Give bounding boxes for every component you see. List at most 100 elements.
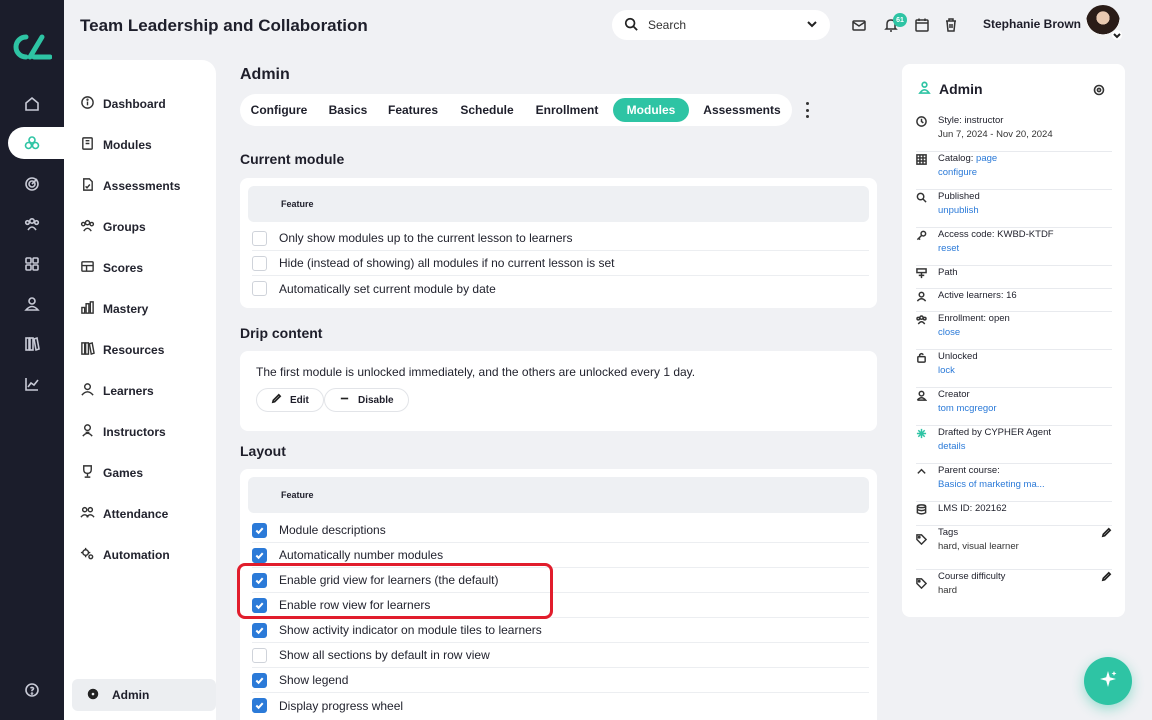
path-icon [916,268,928,280]
panel-row-tags: Tags hard, visual learner [916,526,1112,570]
row-label: Access code: KWBD-KTDF [938,229,1054,240]
panel-row-creator: Creator tom mcgregor [916,388,1112,426]
table-row[interactable]: Display progress wheel [252,693,869,718]
user-name[interactable]: Stephanie Brown [983,17,1081,31]
library-icon[interactable] [20,332,44,356]
disable-button[interactable]: Disable [324,388,409,412]
subnav-item-learners[interactable]: Learners [80,380,154,402]
catalog-page-link[interactable]: page [976,153,997,164]
checkbox[interactable] [252,281,267,296]
table-row[interactable]: Enable row view for learners [252,593,869,618]
row-label: Enable row view for learners [279,598,431,612]
table-header: Feature [248,477,869,513]
subnav-item-admin[interactable]: Admin [72,679,216,711]
table-row[interactable]: Hide (instead of showing) all modules if… [252,251,869,276]
checkbox[interactable] [252,647,267,663]
section-heading-current-module: Current module [240,151,345,167]
groups-icon[interactable] [20,212,44,236]
pencil-icon[interactable] [1101,571,1112,587]
tab-configure[interactable]: Configure [240,98,318,122]
row-label: Unlocked [938,351,978,362]
home-icon[interactable] [20,92,44,116]
panel-row-unlocked: Unlocked lock [916,350,1112,388]
calendar-icon[interactable] [914,17,930,33]
target-icon[interactable] [20,172,44,196]
pencil-icon[interactable] [1101,527,1112,543]
person-icon[interactable] [20,292,44,316]
subnav-item-mastery[interactable]: Mastery [80,298,148,320]
table-header: Feature [248,186,869,222]
brand-logo[interactable] [12,33,53,61]
table-row[interactable]: Automatically set current module by date [252,276,869,301]
tab-enrollment[interactable]: Enrollment [526,98,608,122]
tab-modules[interactable]: Modules [613,98,689,122]
creator-icon [916,390,928,402]
subnav-item-scores[interactable]: Scores [80,257,143,279]
close-enrollment-link[interactable]: close [938,326,1112,340]
subnav-item-modules[interactable]: Modules [80,134,152,156]
details-link[interactable]: details [938,440,1112,454]
tab-assessments[interactable]: Assessments [695,98,789,122]
checkbox-checked[interactable] [252,672,267,688]
table-row[interactable]: Module descriptions [252,518,869,543]
key-icon [916,230,928,242]
subnav-item-attendance[interactable]: Attendance [80,503,168,525]
panel-row-course-difficulty: Course difficulty hard [916,570,1112,610]
ai-assistant-button[interactable] [1084,657,1132,705]
tab-features[interactable]: Features [378,98,448,122]
help-icon[interactable] [20,678,44,702]
table-row[interactable]: Enable grid view for learners (the defau… [252,568,869,593]
tab-schedule[interactable]: Schedule [448,98,526,122]
row-sub: hard, visual learner [938,541,1019,552]
grid-icon[interactable] [20,252,44,276]
reset-link[interactable]: reset [938,242,1112,256]
subnav-item-automation[interactable]: Automation [80,544,170,566]
section-heading-layout: Layout [240,443,286,459]
row-label: Active learners: 16 [938,290,1017,301]
checkbox-checked[interactable] [252,522,267,538]
modules-icon[interactable] [20,131,44,155]
lock-icon [916,352,928,364]
more-vertical-icon[interactable] [802,102,812,118]
gear-icon[interactable] [1093,83,1105,101]
lock-link[interactable]: lock [938,364,1112,378]
row-label: Path [938,267,958,278]
subnav-item-resources[interactable]: Resources [80,339,164,361]
edit-button[interactable]: Edit [256,388,324,412]
table-row[interactable]: Show legend [252,668,869,693]
checkbox[interactable] [252,230,267,246]
row-label: Creator [938,389,970,400]
bars-icon [80,300,95,318]
checkbox-checked[interactable] [252,597,267,613]
table-row[interactable]: Only show modules up to the current less… [252,226,869,251]
table-row[interactable]: Show all sections by default in row view [252,643,869,668]
subnav-item-assessments[interactable]: Assessments [80,175,180,197]
checkbox-checked[interactable] [252,698,267,713]
tab-basics[interactable]: Basics [318,98,378,122]
checkbox-checked[interactable] [252,547,267,563]
unpublish-link[interactable]: unpublish [938,204,1112,218]
subnav-item-games[interactable]: Games [80,462,143,484]
chevron-down-icon[interactable] [1112,30,1122,40]
trash-icon[interactable] [943,17,959,33]
subnav-label: Modules [103,138,152,152]
panel-row-drafted-by: Drafted by CYPHER Agent details [916,426,1112,464]
chart-icon[interactable] [20,372,44,396]
configure-link[interactable]: configure [938,166,1112,180]
subnav-item-dashboard[interactable]: Dashboard [80,93,166,115]
parent-course-link[interactable]: Basics of marketing ma... [938,478,1112,492]
row-label: Enable grid view for learners (the defau… [279,573,499,587]
mail-icon[interactable] [851,17,867,33]
chevron-down-icon[interactable] [806,18,818,33]
subnav-item-groups[interactable]: Groups [80,216,146,238]
subnav-item-instructors[interactable]: Instructors [80,421,166,443]
table-row[interactable]: Automatically number modules [252,543,869,568]
creator-link[interactable]: tom mcgregor [938,402,1112,416]
checkbox[interactable] [252,255,267,271]
table-row[interactable]: Show activity indicator on module tiles … [252,618,869,643]
search-input[interactable]: Search [612,10,830,40]
checkbox-checked[interactable] [252,572,267,588]
notification-badge: 61 [893,13,907,27]
chevron-up-icon[interactable] [916,466,928,478]
checkbox-checked[interactable] [252,622,267,638]
